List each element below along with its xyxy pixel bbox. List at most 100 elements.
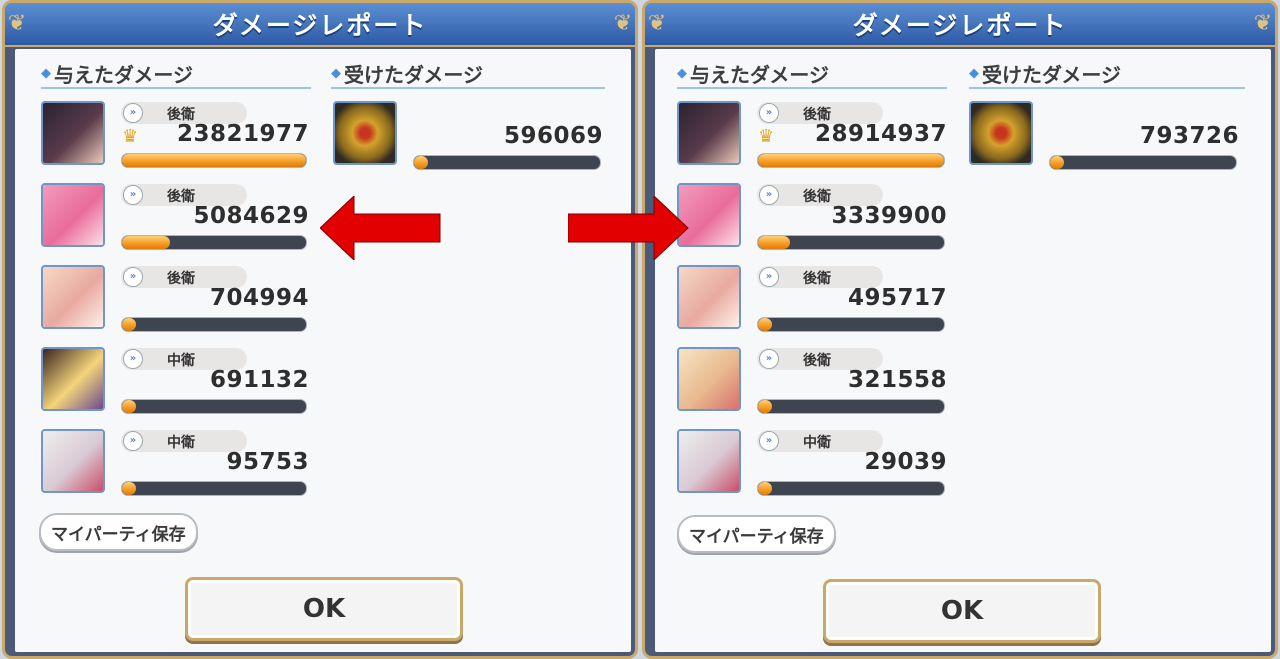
damage-bar bbox=[757, 399, 945, 414]
save-party-button[interactable]: マイパーティ保存 bbox=[677, 515, 836, 553]
damage-value: 95753 bbox=[226, 449, 309, 475]
damage-value: 29039 bbox=[864, 449, 947, 475]
position-label: 中衛 bbox=[803, 435, 831, 451]
panel-body: ◆ 与えたダメージ ◆ 受けたダメージ » 後衛 ♛ 28914937» 後衛 33399… bbox=[655, 49, 1271, 652]
damage-bar bbox=[757, 153, 945, 168]
taken-damage-heading: ◆ 受けたダメージ bbox=[969, 59, 1245, 89]
damage-bar-fill bbox=[122, 236, 170, 249]
ornament-icon: ❦ bbox=[647, 11, 667, 36]
crown-icon: ♛ bbox=[758, 126, 775, 147]
diamond-icon: ◆ bbox=[331, 65, 341, 81]
position-icon: » bbox=[123, 185, 143, 205]
damage-bar-fill bbox=[758, 482, 772, 495]
smiling-girl-portrait[interactable] bbox=[41, 265, 105, 329]
hat-girl-portrait[interactable] bbox=[41, 347, 105, 411]
damage-bar-fill bbox=[122, 400, 136, 413]
position-icon: » bbox=[123, 103, 143, 123]
white-hair-girl-portrait[interactable] bbox=[41, 429, 105, 493]
dark-hair-girl-portrait[interactable] bbox=[677, 101, 741, 165]
diamond-icon: ◆ bbox=[677, 65, 687, 81]
crown-icon: ♛ bbox=[122, 126, 139, 147]
position-icon: » bbox=[759, 185, 779, 205]
damage-value: 495717 bbox=[847, 285, 947, 311]
damage-bar bbox=[121, 153, 307, 168]
damage-bar-fill bbox=[122, 154, 306, 167]
position-label: 後衛 bbox=[803, 353, 831, 369]
taken-damage-row: 596069 bbox=[333, 101, 609, 171]
damage-value: 793726 bbox=[1139, 123, 1239, 149]
diamond-icon: ◆ bbox=[41, 65, 51, 81]
damage-value: 3339900 bbox=[831, 203, 947, 229]
dark-hair-girl-portrait[interactable] bbox=[41, 101, 105, 165]
position-icon: » bbox=[759, 103, 779, 123]
damage-report-panel-right: ダメージレポート ❦ ❦ ◆ 与えたダメージ ◆ 受けたダメージ » 後衛 ♛ 289… bbox=[642, 0, 1278, 659]
dealt-damage-row: » 後衛 3339900 bbox=[677, 183, 953, 253]
damage-value: 704994 bbox=[209, 285, 309, 311]
damage-value: 691132 bbox=[209, 367, 309, 393]
damage-bar-fill bbox=[414, 156, 428, 169]
dark-hair-girl-icon bbox=[43, 103, 103, 163]
damage-value: 23821977 bbox=[176, 121, 309, 147]
blonde-winking-girl-portrait[interactable] bbox=[677, 347, 741, 411]
position-icon: » bbox=[123, 267, 143, 287]
taken-damage-heading: ◆ 受けたダメージ bbox=[331, 59, 605, 89]
dealt-damage-row: » 後衛 321558 bbox=[677, 347, 953, 417]
damage-bar bbox=[757, 235, 945, 250]
hat-girl-icon bbox=[43, 349, 103, 409]
golden-boss-icon-icon bbox=[971, 103, 1031, 163]
panel-body: ◆ 与えたダメージ ◆ 受けたダメージ » 後衛 ♛ 23821977» 後衛 50846… bbox=[15, 49, 631, 652]
white-hair-girl-icon bbox=[679, 431, 739, 491]
damage-value: 321558 bbox=[847, 367, 947, 393]
dark-hair-girl-icon bbox=[679, 103, 739, 163]
damage-bar bbox=[1049, 155, 1237, 170]
taken-damage-row: 793726 bbox=[969, 101, 1245, 171]
damage-bar bbox=[413, 155, 601, 170]
dealt-damage-row: » 後衛 ♛ 28914937 bbox=[677, 101, 953, 171]
smiling-girl-icon bbox=[43, 267, 103, 327]
position-icon: » bbox=[759, 267, 779, 287]
damage-bar bbox=[757, 481, 945, 496]
smiling-girl-icon bbox=[679, 267, 739, 327]
damage-bar bbox=[121, 235, 307, 250]
damage-bar bbox=[121, 399, 307, 414]
ornament-icon: ❦ bbox=[1253, 11, 1273, 36]
save-party-button[interactable]: マイパーティ保存 bbox=[39, 513, 198, 551]
arrow-right-icon bbox=[568, 196, 689, 260]
position-label: 中衛 bbox=[167, 353, 195, 369]
ornament-icon: ❦ bbox=[7, 11, 27, 36]
position-label: 中衛 bbox=[167, 435, 195, 451]
damage-report-panel-left: ダメージレポート ❦ ❦ ◆ 与えたダメージ ◆ 受けたダメージ » 後衛 ♛ 238… bbox=[2, 0, 638, 659]
position-label: 後衛 bbox=[167, 189, 195, 205]
position-icon: » bbox=[759, 349, 779, 369]
pink-hair-girl-portrait[interactable] bbox=[41, 183, 105, 247]
ornament-icon: ❦ bbox=[613, 11, 633, 36]
damage-bar bbox=[121, 317, 307, 332]
position-icon: » bbox=[759, 431, 779, 451]
dealt-damage-heading: ◆ 与えたダメージ bbox=[677, 59, 947, 89]
dealt-damage-row: » 後衛 704994 bbox=[41, 265, 315, 335]
damage-bar-fill bbox=[122, 318, 136, 331]
damage-bar-fill bbox=[758, 154, 944, 167]
dealt-damage-row: » 中衛 95753 bbox=[41, 429, 315, 499]
position-label: 後衛 bbox=[803, 271, 831, 287]
dealt-damage-heading: ◆ 与えたダメージ bbox=[41, 59, 311, 89]
blonde-winking-girl-icon bbox=[679, 349, 739, 409]
position-icon: » bbox=[123, 349, 143, 369]
arrow-left-icon bbox=[320, 196, 441, 260]
dealt-damage-row: » 後衛 5084629 bbox=[41, 183, 315, 253]
smiling-girl-portrait[interactable] bbox=[677, 265, 741, 329]
ok-button[interactable]: OK bbox=[823, 579, 1101, 643]
diamond-icon: ◆ bbox=[969, 65, 979, 81]
damage-bar-fill bbox=[758, 236, 790, 249]
position-label: 後衛 bbox=[167, 271, 195, 287]
golden-boss-icon-portrait[interactable] bbox=[969, 101, 1033, 165]
pink-hair-girl-icon bbox=[43, 185, 103, 245]
white-hair-girl-icon bbox=[43, 431, 103, 491]
white-hair-girl-portrait[interactable] bbox=[677, 429, 741, 493]
position-label: 後衛 bbox=[803, 189, 831, 205]
golden-boss-icon-icon bbox=[335, 103, 395, 163]
dealt-damage-row: » 中衛 691132 bbox=[41, 347, 315, 417]
golden-boss-icon-portrait[interactable] bbox=[333, 101, 397, 165]
dealt-damage-row: » 後衛 ♛ 23821977 bbox=[41, 101, 315, 171]
ok-button[interactable]: OK bbox=[185, 577, 463, 641]
